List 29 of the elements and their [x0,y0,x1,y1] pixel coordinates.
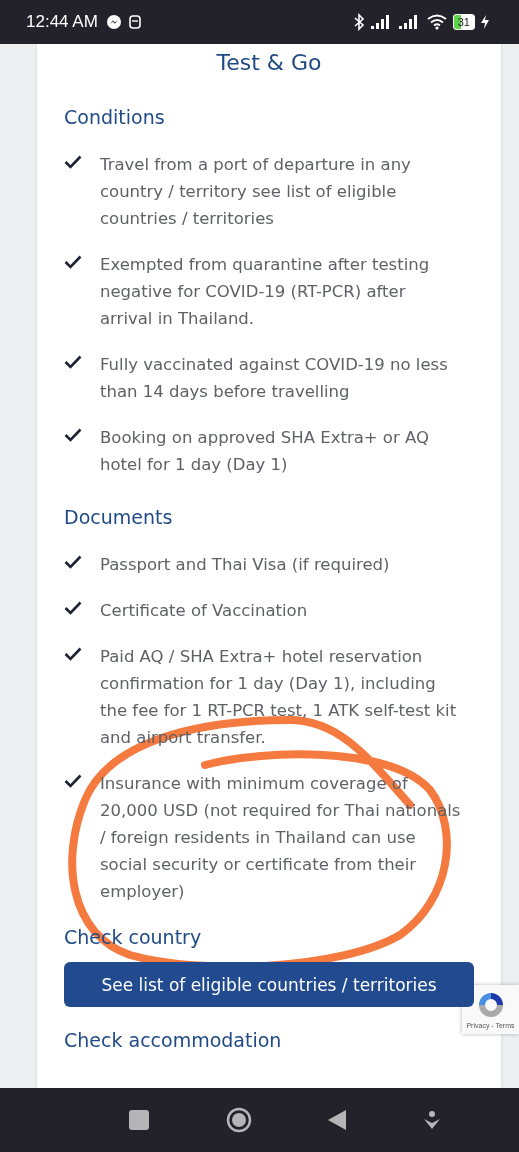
clock: 12:44 AM [26,12,98,32]
checkmark-icon [64,555,82,569]
back-icon[interactable] [327,1109,348,1131]
checkmark-icon [64,355,82,369]
list-item-text: Certificate of Vaccination [100,600,309,622]
app-notification-icon [127,14,142,30]
list-item-text: Travel from a port of departure in any country / territory see list of eligible countries / territories [100,154,412,230]
checkmark-icon [64,155,82,169]
charging-bolt-icon [481,15,489,29]
section-heading: Check accommodation [64,1028,283,1053]
checkmark-icon [64,601,82,615]
checkmark-icon [64,774,82,788]
list-item-text: Booking on approved SHA Extra+ or AQ hotel for 1 day (Day 1) [100,427,430,476]
bluetooth-icon [352,13,365,31]
checkmark-icon [64,428,82,442]
wifi-icon [426,14,447,30]
section-heading: Conditions [64,105,166,130]
list-item-text: Passport and Thai Visa (if required) [100,554,391,576]
list-item-text: Fully vaccinated against COVID-19 no less than 14 days before travelling [100,354,449,403]
checkmark-icon [64,255,82,269]
accessibility-icon[interactable] [423,1110,442,1130]
home-icon[interactable] [225,1107,252,1133]
list-item-text: Exempted from quarantine after testing negative for COVID-19 (RT-PCR) after arrival in Thailand. [100,254,431,330]
eligible-countries-button[interactable]: See list of eligible countries / territories [64,962,474,1007]
section-heading: Documents [64,505,174,530]
messenger-icon [105,14,122,30]
page-title: Test & Go [215,49,323,77]
checkmark-icon [64,647,82,661]
recents-icon[interactable] [127,1109,150,1131]
